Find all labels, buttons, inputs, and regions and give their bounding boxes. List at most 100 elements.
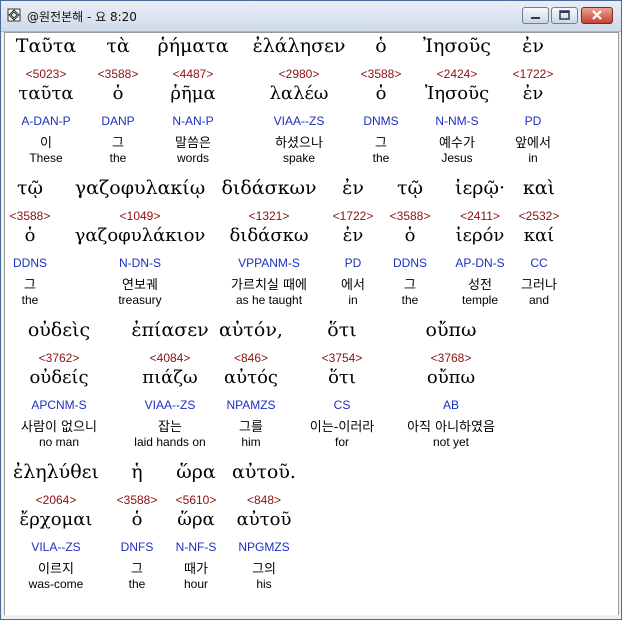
- strong-number: <3588>: [97, 67, 139, 81]
- parsing-code: DDNS: [12, 256, 48, 270]
- parsing-code: DNFS: [120, 540, 154, 554]
- greek-word: γαζοφυλακίῳ: [74, 177, 206, 199]
- english-gloss: the: [372, 151, 390, 165]
- english-gloss: temple: [461, 293, 499, 307]
- korean-gloss: 그러나: [521, 278, 557, 293]
- greek-word: ἱερῷ·: [455, 177, 505, 199]
- english-gloss: his: [256, 577, 272, 591]
- lemma: οὐδείς: [29, 367, 89, 388]
- english-gloss: not yet: [432, 435, 470, 449]
- greek-word: αὐτοῦ.: [232, 461, 296, 483]
- korean-gloss: 그: [375, 136, 387, 151]
- close-button[interactable]: [581, 7, 613, 24]
- lemma: γαζοφυλάκιον: [74, 225, 206, 246]
- strong-number: <1722>: [332, 209, 374, 223]
- greek-word: ῥήματα: [157, 35, 229, 57]
- korean-gloss: 이르지: [38, 562, 74, 577]
- korean-gloss: 그: [112, 136, 124, 151]
- strong-number: <2424>: [436, 67, 478, 81]
- english-gloss: hour: [183, 577, 209, 591]
- english-gloss: as he taught: [235, 293, 303, 307]
- lemma: ῥῆμα: [170, 83, 216, 104]
- lemma: αὐτοῦ: [236, 509, 292, 530]
- korean-gloss: 앞에서: [515, 136, 551, 151]
- minimize-icon: [531, 17, 540, 19]
- lemma: πιάζω: [142, 367, 198, 388]
- lemma: διδάσκω: [229, 225, 309, 246]
- app-icon: [7, 8, 21, 22]
- interlinear-view[interactable]: Ταῦτα <5023> ταῦτα A-DAN-P 이 These τὰ <3588> ὁ DA…: [4, 32, 619, 616]
- english-gloss: in: [348, 293, 358, 307]
- korean-gloss: 때가: [184, 562, 208, 577]
- parsing-code: DANP: [101, 114, 135, 128]
- lemma: ὁ: [24, 225, 36, 246]
- lemma: αὐτός: [224, 367, 278, 388]
- english-gloss: treasury: [118, 293, 162, 307]
- english-gloss: words: [176, 151, 210, 165]
- korean-gloss: 예수가: [439, 136, 475, 151]
- lemma: ἱερόν: [455, 225, 505, 246]
- parsing-code: VILA--ZS: [31, 540, 81, 554]
- maximize-button[interactable]: [551, 7, 578, 24]
- korean-gloss: 성전: [468, 278, 492, 293]
- title-bar[interactable]: @원전본해 - 요 8:20: [1, 1, 621, 32]
- strong-number: <5610>: [175, 493, 217, 507]
- parsing-code: VPPANM-S: [238, 256, 300, 270]
- lemma: ἔρχομαι: [19, 509, 93, 530]
- english-gloss: spake: [282, 151, 316, 165]
- greek-word: ἡ: [131, 461, 143, 483]
- greek-word: ἐλάλησεν: [252, 35, 346, 57]
- strong-number: <1722>: [512, 67, 554, 81]
- minimize-button[interactable]: [522, 7, 549, 24]
- parsing-code: CS: [333, 398, 351, 412]
- strong-number: <846>: [233, 351, 269, 365]
- strong-number: <2411>: [460, 209, 500, 223]
- english-gloss: the: [401, 293, 419, 307]
- greek-word: οὐδεὶς: [27, 319, 91, 341]
- lemma: ὁ: [112, 83, 124, 104]
- strong-number: <3588>: [360, 67, 402, 81]
- english-gloss: the: [128, 577, 146, 591]
- parsing-code: DNMS: [363, 114, 399, 128]
- lemma: ὁ: [131, 509, 143, 530]
- greek-word: αὐτόν,: [219, 319, 283, 341]
- parsing-code: NPGMZS: [238, 540, 290, 554]
- greek-word: ἐπίασεν: [131, 319, 209, 341]
- strong-number: <1321>: [248, 209, 290, 223]
- lemma: Ἰησοῦς: [424, 83, 490, 104]
- lemma: ἐν: [522, 83, 544, 104]
- greek-word: ὥρα: [176, 461, 216, 483]
- english-gloss: him: [241, 435, 261, 449]
- strong-number: <4084>: [149, 351, 191, 365]
- lemma: ὁ: [404, 225, 416, 246]
- greek-word: ἐν: [342, 177, 364, 199]
- korean-gloss: 그의: [252, 562, 276, 577]
- parsing-code: N-DN-S: [119, 256, 161, 270]
- lemma: ἐν: [342, 225, 364, 246]
- greek-word: τῷ: [396, 177, 424, 199]
- parsing-code: AP-DN-S: [455, 256, 505, 270]
- strong-number: <3588>: [116, 493, 158, 507]
- parsing-code: PD: [344, 256, 362, 270]
- parsing-code: DDNS: [392, 256, 428, 270]
- lemma: ὥρα: [177, 509, 215, 530]
- parsing-code: VIAA--ZS: [273, 114, 325, 128]
- greek-word: ἐν: [522, 35, 544, 57]
- korean-gloss: 잡는: [158, 420, 182, 435]
- english-gloss: was-come: [28, 577, 84, 591]
- korean-gloss: 연보궤: [122, 278, 158, 293]
- strong-number: <4487>: [172, 67, 214, 81]
- lemma: λαλέω: [269, 83, 329, 104]
- korean-gloss: 그: [404, 278, 416, 293]
- greek-word: ἐληλύθει: [13, 461, 99, 483]
- korean-gloss: 에서: [341, 278, 365, 293]
- english-gloss: These: [29, 151, 63, 165]
- parsing-code: CC: [530, 256, 548, 270]
- window-title: @원전본해 - 요 8:20: [27, 10, 137, 24]
- english-gloss: Jesus: [441, 151, 473, 165]
- parsing-code: A-DAN-P: [21, 114, 71, 128]
- korean-gloss: 이는-이러라: [309, 420, 375, 435]
- korean-gloss: 말씀은: [175, 136, 211, 151]
- strong-number: <3588>: [9, 209, 51, 223]
- english-gloss: laid hands on: [134, 435, 206, 449]
